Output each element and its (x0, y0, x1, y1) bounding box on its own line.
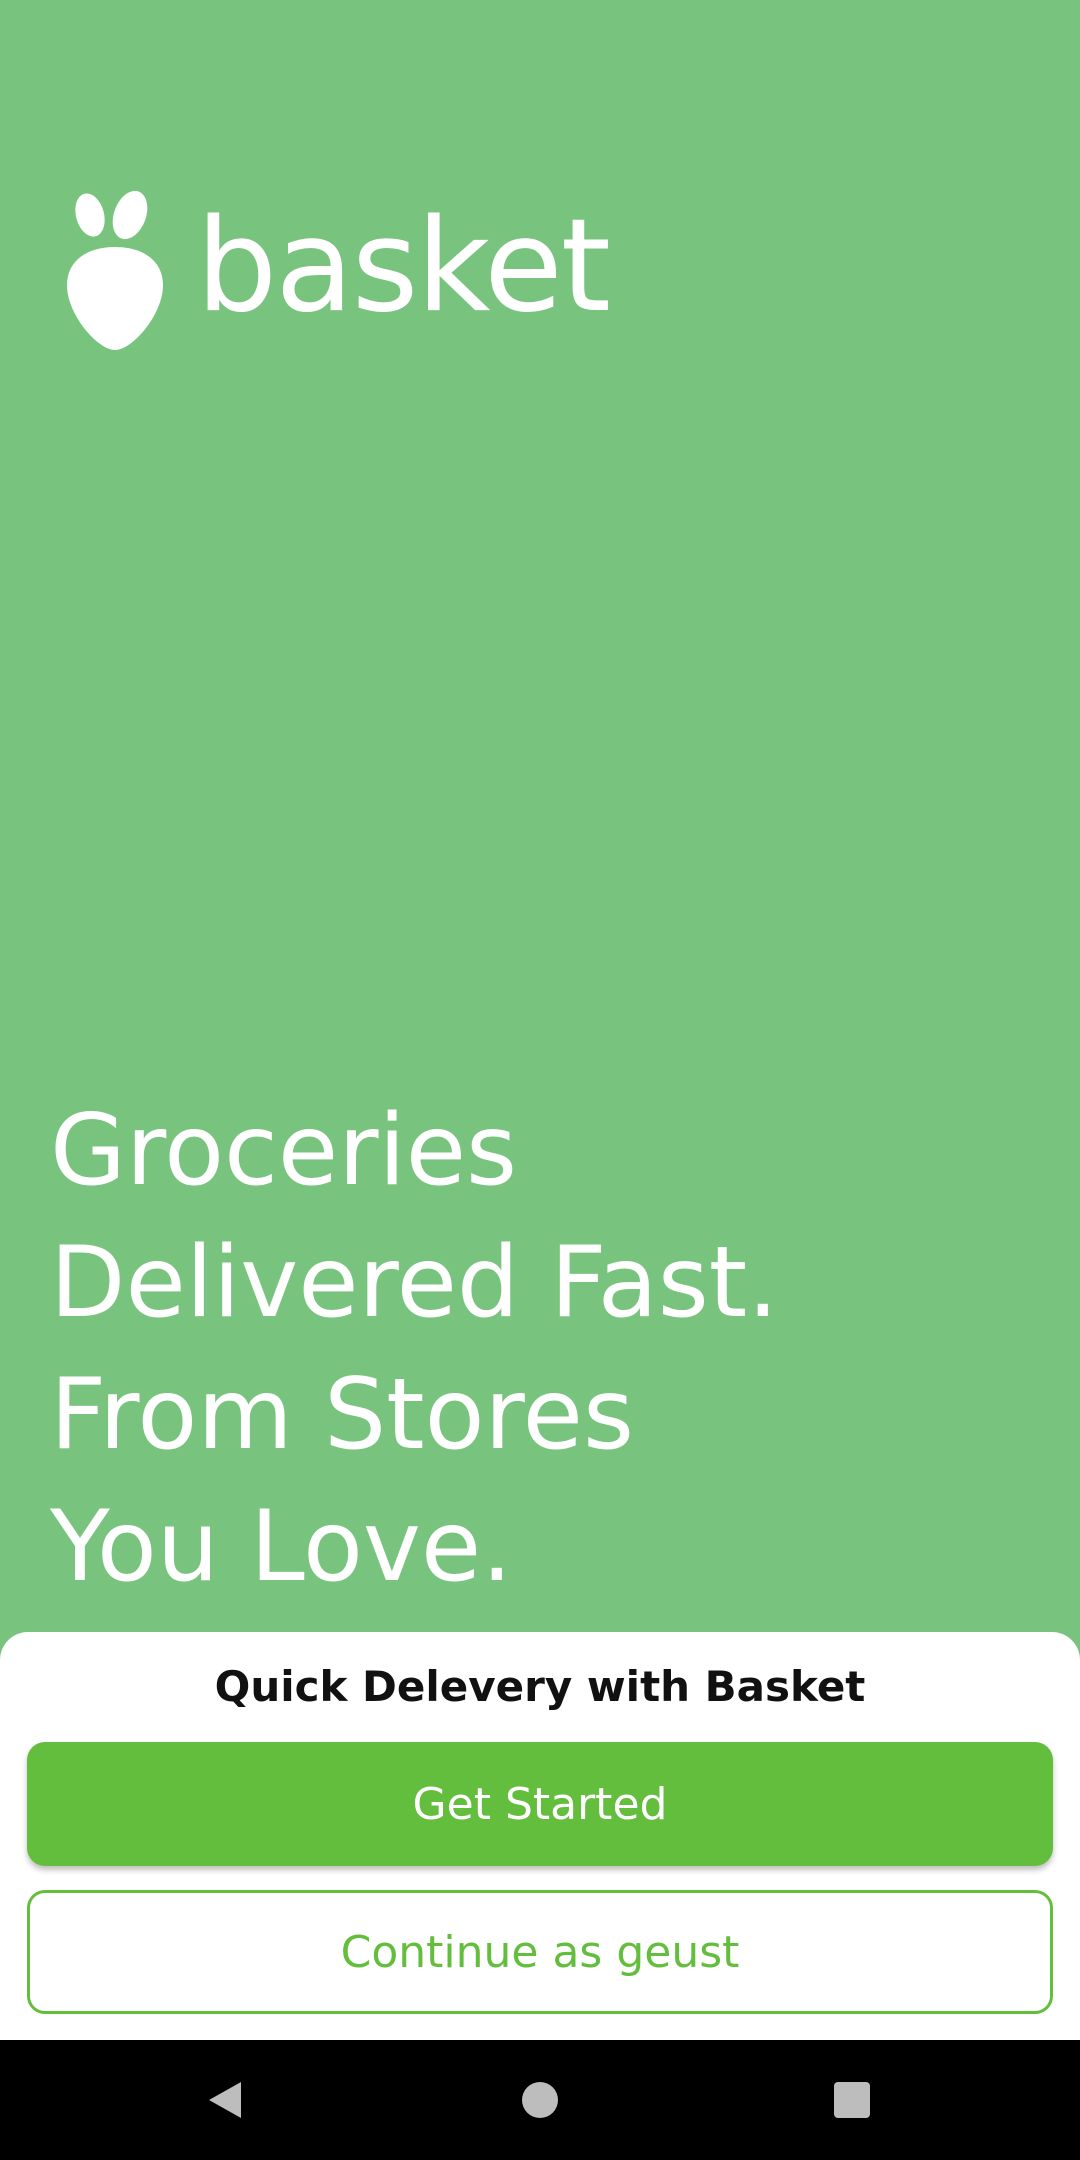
recents-square-icon (834, 2082, 870, 2118)
headline-line: Delivered Fast. (50, 1226, 779, 1340)
sheet-title: Quick Delevery with Basket (214, 1662, 866, 1711)
bottom-sheet: Quick Delevery with Basket Get Started C… (0, 1632, 1080, 2040)
headline-line: You Love. (50, 1490, 513, 1604)
splash-screen: basket Groceries Delivered Fast. From St… (0, 0, 1080, 1650)
nav-home-button[interactable] (498, 2058, 582, 2142)
headline-line: Groceries (50, 1094, 518, 1208)
back-triangle-icon (209, 2082, 241, 2118)
brand-logo: basket (60, 180, 611, 360)
hero-headline: Groceries Delivered Fast. From Stores Yo… (50, 1085, 950, 1613)
continue-as-guest-button[interactable]: Continue as geust (27, 1890, 1053, 2014)
brand-name: basket (196, 192, 611, 341)
nav-back-button[interactable] (183, 2058, 267, 2142)
headline-line: From Stores (50, 1358, 635, 1472)
home-circle-icon (522, 2082, 558, 2118)
system-navigation-bar (0, 2040, 1080, 2160)
carrot-logo-icon (67, 190, 163, 350)
get-started-button[interactable]: Get Started (27, 1742, 1053, 1866)
nav-recents-button[interactable] (810, 2058, 894, 2142)
